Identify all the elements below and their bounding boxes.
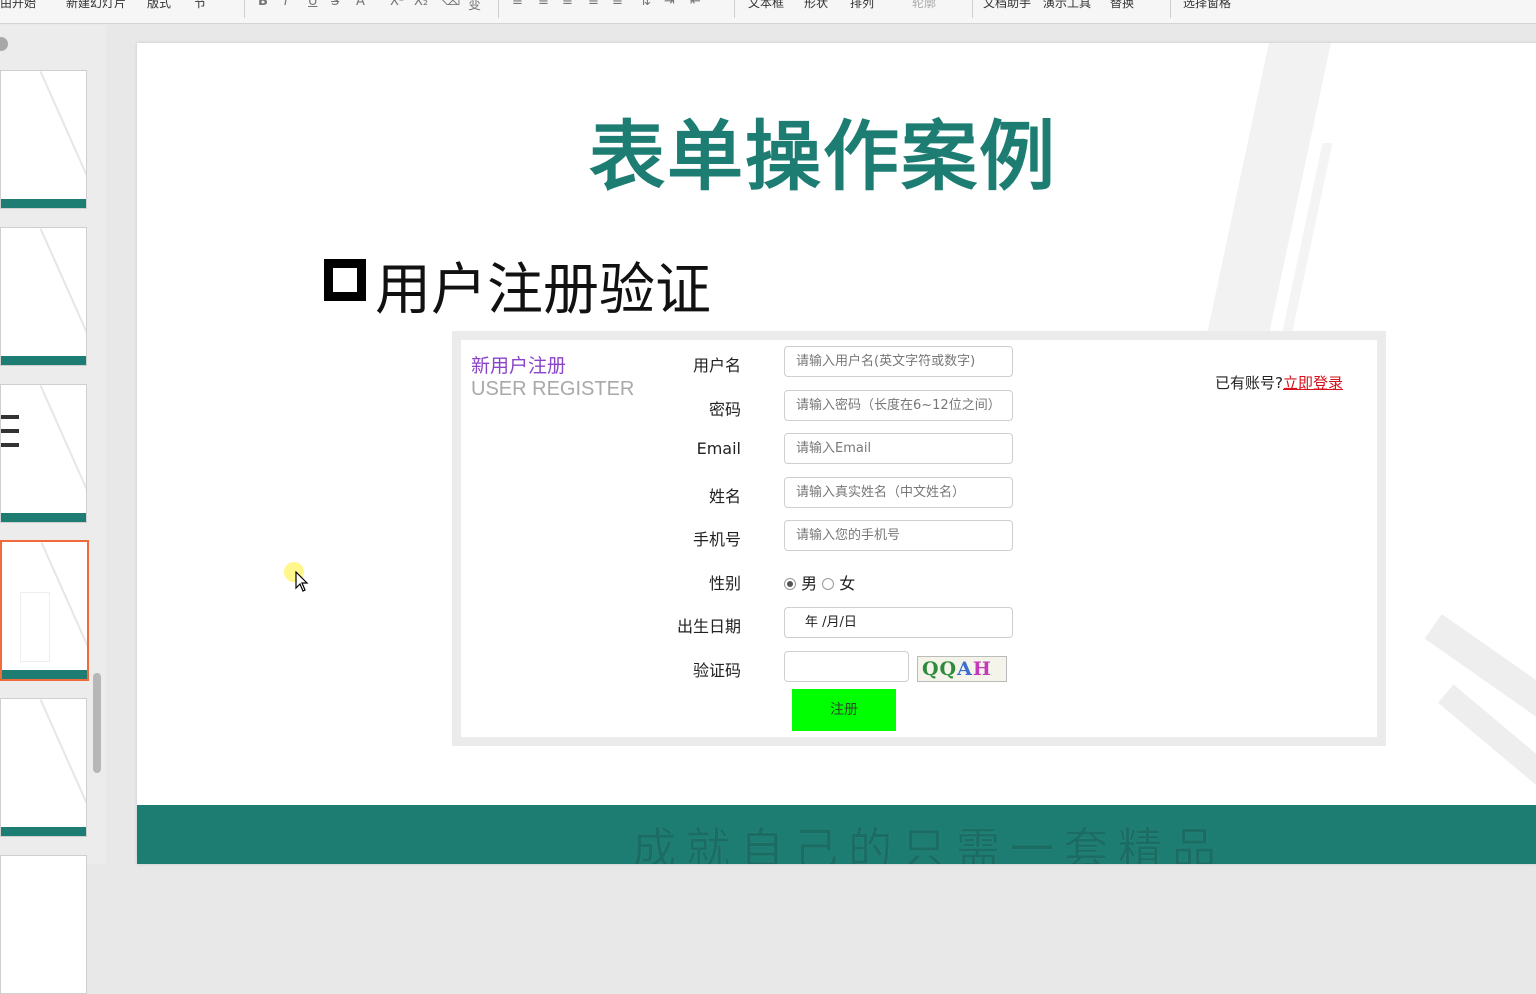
toolbar-textbox[interactable]: 文本框 (748, 0, 784, 11)
gender-female-label: 女 (839, 574, 856, 593)
thumbnail-content (20, 592, 50, 662)
clear-format-icon[interactable]: ⌫ (442, 0, 460, 9)
text-effect-icon[interactable]: 变 (468, 0, 481, 13)
thumbnail-decoration (39, 228, 86, 365)
login-prompt-text: 已有账号? (1215, 374, 1283, 392)
ribbon-toolbar: 由开始 新建幻灯片 版式 节 B I U S A X² X₂ ⌫ 变 ≡ ≡ ≡… (0, 0, 1536, 24)
line-spacing-icon[interactable]: ⇅ (640, 0, 651, 9)
toolbar-layout[interactable]: 版式 (147, 0, 171, 11)
form-subheading: USER REGISTER (471, 378, 635, 400)
slide-thumbnail[interactable] (0, 384, 87, 523)
toolbar-new-slide[interactable]: 新建幻灯片 (66, 0, 126, 11)
realname-label: 姓名 (708, 487, 741, 506)
slide-thumbnail[interactable] (0, 855, 87, 994)
username-label: 用户名 (692, 356, 741, 375)
password-label: 密码 (708, 400, 741, 419)
distribute-icon[interactable]: ≡ (612, 0, 623, 9)
toolbar-divider (734, 0, 735, 18)
gender-label: 性别 (708, 574, 741, 593)
username-input[interactable]: 请输入用户名(英文字符或数字) (784, 346, 1013, 377)
thumbnail-footer-bar (1, 827, 86, 836)
phone-input[interactable]: 请输入您的手机号 (784, 520, 1013, 551)
thumbnail-footer-bar (2, 670, 87, 679)
underline-icon[interactable]: U (308, 0, 318, 9)
thumbnail-footer-bar (1, 356, 86, 365)
bold-icon[interactable]: B (258, 0, 268, 9)
subscript-icon[interactable]: X₂ (414, 0, 428, 9)
superscript-icon[interactable]: X² (390, 0, 404, 9)
thumbnail-decoration (39, 385, 86, 522)
gender-male-label: 男 (801, 574, 818, 593)
bullet-square-icon (324, 259, 366, 301)
login-prompt: 已有账号?立即登录 (1215, 372, 1343, 393)
slide-footer-text: 成就自己的只需一套精品 (632, 824, 1226, 864)
gender-radio-group: 男 女 (784, 570, 855, 594)
thumbnail-decoration (39, 699, 86, 836)
indent-icon[interactable]: ⇥ (664, 0, 675, 9)
align-left-icon[interactable]: ≡ (512, 0, 523, 9)
text-direction-icon[interactable]: ⇤ (690, 0, 701, 9)
birthday-input[interactable]: 年 /月/日 (784, 607, 1013, 638)
slide-thumbnail[interactable] (0, 70, 87, 209)
slide-thumbnail-selected[interactable] (0, 540, 89, 681)
italic-icon[interactable]: I (284, 0, 288, 9)
gender-male-radio[interactable] (784, 578, 796, 590)
thumbnail-footer-bar (1, 513, 86, 522)
birthday-label: 出生日期 (676, 617, 741, 636)
toolbar-selection-pane[interactable]: 选择窗格 (1183, 0, 1231, 11)
mouse-cursor-icon (295, 571, 309, 592)
toolbar-outline[interactable]: 轮廓 (912, 0, 936, 11)
register-submit-button[interactable]: 注册 (792, 689, 896, 731)
pane-collapse-handle[interactable] (0, 37, 8, 51)
toolbar-replace[interactable]: 替换 (1110, 0, 1134, 11)
registration-form-image[interactable]: 新用户注册 USER REGISTER 已有账号?立即登录 用户名 请输入用户名… (452, 331, 1386, 746)
toolbar-presentation-tools[interactable]: 演示工具 (1043, 0, 1091, 11)
captcha-input[interactable] (784, 651, 909, 682)
thumbnail-scrollbar[interactable] (93, 673, 101, 773)
slide-bullet-text[interactable]: 用户注册验证 (375, 245, 711, 326)
captcha-char: A (957, 658, 973, 680)
toolbar-shape[interactable]: 形状 (804, 0, 828, 11)
thumbnail-footer-bar (1, 199, 86, 208)
align-center-icon[interactable]: ≡ (538, 0, 549, 9)
captcha-image[interactable]: QQAH (917, 656, 1007, 682)
slide-title[interactable]: 表单操作案例 (589, 95, 1057, 205)
justify-icon[interactable]: ≡ (588, 0, 599, 9)
captcha-char: H (972, 658, 992, 680)
toolbar-divider (498, 0, 499, 18)
toolbar-start[interactable]: 由开始 (0, 0, 36, 11)
slide-thumbnail[interactable] (0, 227, 87, 366)
strikethrough-icon[interactable]: S (331, 0, 339, 9)
thumbnail-content (1, 415, 19, 457)
email-input[interactable]: 请输入Email (784, 433, 1013, 464)
font-color-icon[interactable]: A (356, 0, 365, 9)
slide-thumbnail[interactable] (0, 698, 87, 837)
slide-footer-band: 成就自己的只需一套精品 (137, 805, 1536, 864)
phone-label: 手机号 (692, 530, 741, 549)
gender-female-radio[interactable] (822, 578, 835, 590)
captcha-char: QQ (922, 658, 958, 680)
realname-input[interactable]: 请输入真实姓名（中文姓名） (784, 477, 1013, 508)
toolbar-divider (244, 0, 245, 18)
captcha-label: 验证码 (692, 661, 741, 680)
toolbar-divider (1170, 0, 1171, 18)
slide-thumbnail-pane (0, 25, 106, 994)
login-link[interactable]: 立即登录 (1283, 374, 1343, 392)
password-input[interactable]: 请输入密码（长度在6~12位之间） (784, 390, 1013, 421)
align-right-icon[interactable]: ≡ (562, 0, 573, 9)
toolbar-section[interactable]: 节 (194, 0, 206, 11)
form-heading: 新用户注册 (471, 355, 567, 377)
registration-form: 新用户注册 USER REGISTER 已有账号?立即登录 用户名 请输入用户名… (461, 340, 1377, 737)
toolbar-divider (972, 0, 973, 18)
thumbnail-decoration (39, 71, 86, 208)
toolbar-doc-assistant[interactable]: 文档助手 (983, 0, 1031, 11)
email-label: Email (696, 439, 741, 458)
slide-canvas[interactable]: 表单操作案例 用户注册验证 新用户注册 USER REGISTER 已有账号?立… (137, 43, 1536, 864)
toolbar-arrange[interactable]: 排列 (850, 0, 874, 11)
